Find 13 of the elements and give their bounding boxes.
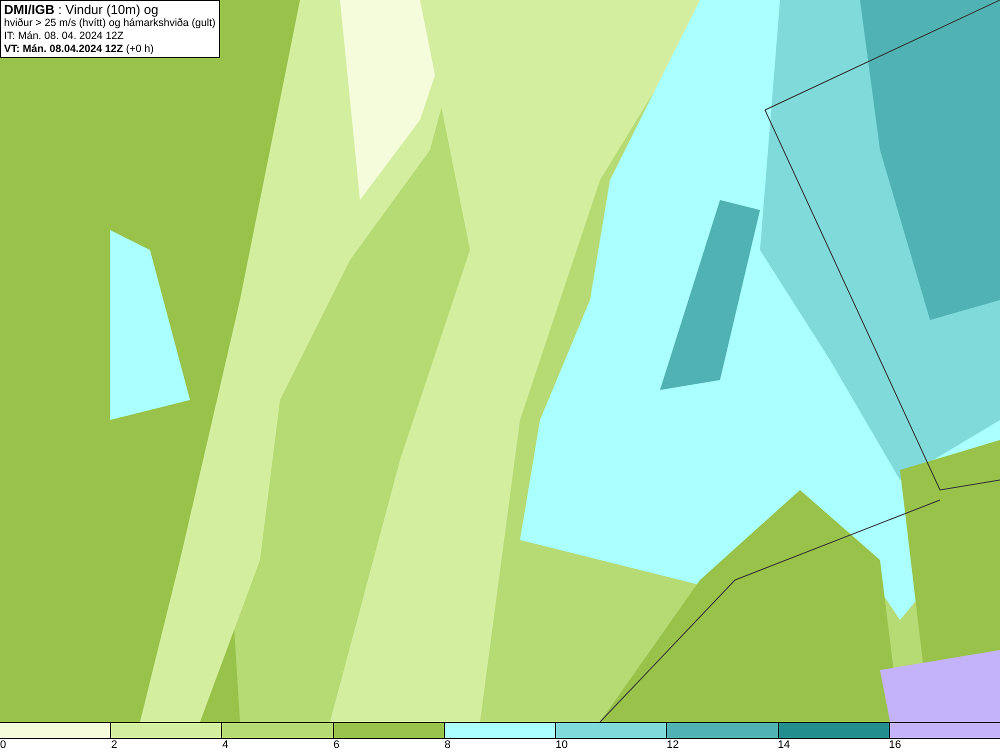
legend-label: 2	[111, 739, 118, 752]
legend-label: 6	[333, 739, 340, 752]
legend-label: 16	[888, 739, 902, 752]
legend-label: 14	[778, 739, 790, 752]
legend-label: 8	[444, 739, 451, 752]
legend-label: 12	[666, 739, 679, 752]
legend-label: 4	[222, 739, 228, 752]
title-text: IT: Mán. 08. 04. 2024 12Z	[4, 30, 125, 43]
legend-label: 0	[0, 739, 6, 752]
title-text: hviður > 25 m/s (hvítt) og hámarkshviða (gult)	[4, 17, 216, 30]
title-text: DMI/IGB : Vindur (10m) og	[4, 2, 160, 17]
title-text: VT: Mán. 08.04.2024 12Z (+0 h)	[4, 43, 155, 56]
legend-label: 10	[556, 739, 568, 752]
